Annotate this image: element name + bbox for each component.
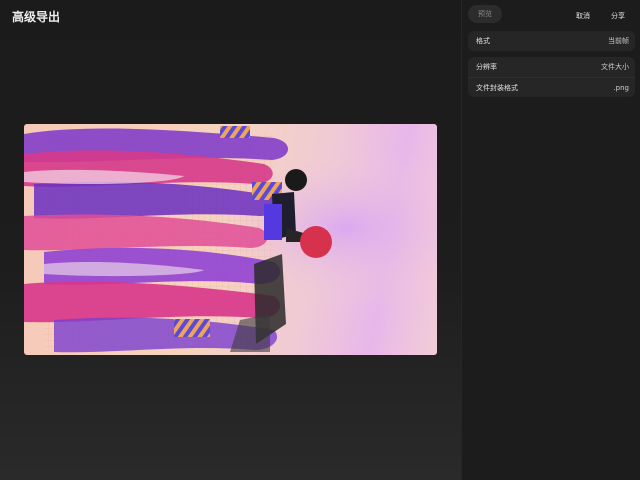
resolution-label: 分辨率: [476, 63, 497, 71]
settings-group: 分辨率 文件大小 文件封装格式 .png: [468, 57, 635, 97]
artwork-preview: [24, 124, 437, 355]
file-format-value: .png: [613, 83, 629, 92]
cancel-button[interactable]: 取消: [576, 11, 590, 21]
resolution-row[interactable]: 分辨率 文件大小: [468, 57, 635, 77]
share-button[interactable]: 分享: [611, 11, 625, 21]
resolution-value: 文件大小: [601, 63, 629, 71]
format-label: 格式: [476, 37, 490, 45]
file-format-label: 文件封装格式: [476, 83, 518, 92]
format-group: 格式 当前帧: [468, 31, 635, 51]
canvas-area: 高级导出: [0, 0, 461, 480]
format-value: 当前帧: [608, 37, 629, 45]
format-row[interactable]: 格式 当前帧: [468, 31, 635, 51]
file-format-row[interactable]: 文件封装格式 .png: [468, 77, 635, 97]
page-title: 高级导出: [12, 10, 61, 24]
artwork-image: [24, 124, 437, 355]
preview-button[interactable]: 预览: [468, 5, 502, 23]
export-settings-panel: 预览 取消 分享 格式 当前帧 分辨率 文件大小 文件封装格式 .png: [461, 0, 640, 480]
